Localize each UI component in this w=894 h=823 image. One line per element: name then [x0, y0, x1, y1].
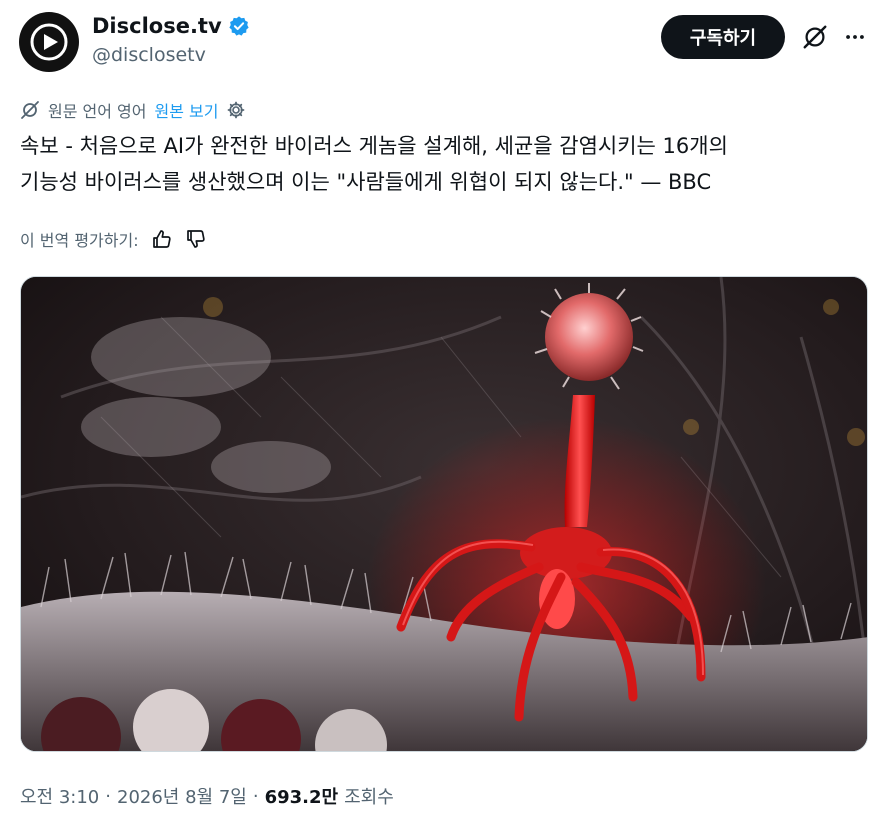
gear-icon[interactable] — [226, 100, 246, 120]
rate-translation-bar: 이 번역 평가하기: — [20, 226, 207, 252]
meta-separator: · — [105, 785, 111, 807]
thumbs-down-icon[interactable] — [185, 228, 207, 250]
avatar[interactable] — [19, 12, 79, 72]
bacteriophage-image — [21, 277, 867, 751]
views-label: 조회수 — [344, 787, 394, 808]
play-logo-icon — [30, 23, 68, 61]
show-original-link[interactable]: 원본 보기 — [155, 98, 219, 122]
rate-translation-label: 이 번역 평가하기: — [20, 231, 139, 250]
tweet-meta: 오전 3:10 · 2026년 8월 7일 · 693.2만 조회수 — [20, 782, 394, 810]
meta-separator: · — [252, 785, 259, 807]
source-language-label: 원문 언어 영어 — [48, 102, 147, 121]
tweet-header: Disclose.tv @disclosetv 구독하기 — [0, 0, 894, 90]
tweet-text: 속보 - 처음으로 AI가 완전한 바이러스 게놈을 설계해, 세균을 감염시키… — [20, 134, 728, 194]
thumbs-up-icon[interactable] — [151, 228, 173, 250]
translation-bar: 원문 언어 영어 원본 보기 — [20, 98, 246, 122]
verified-badge-icon — [229, 16, 249, 36]
name-row: Disclose.tv — [92, 14, 250, 38]
grok-icon[interactable] — [800, 22, 830, 52]
tweet-date[interactable]: 2026년 8월 7일 — [117, 783, 247, 809]
display-name[interactable]: Disclose.tv — [92, 14, 222, 38]
subscribe-button[interactable]: 구독하기 — [661, 15, 785, 59]
handle[interactable]: @disclosetv — [92, 44, 206, 66]
views-count: 693.2만 — [264, 787, 339, 808]
translate-off-icon — [20, 100, 40, 120]
tweet-image[interactable] — [20, 276, 868, 752]
tweet-time[interactable]: 오전 3:10 — [20, 783, 99, 809]
more-icon[interactable] — [840, 22, 870, 52]
